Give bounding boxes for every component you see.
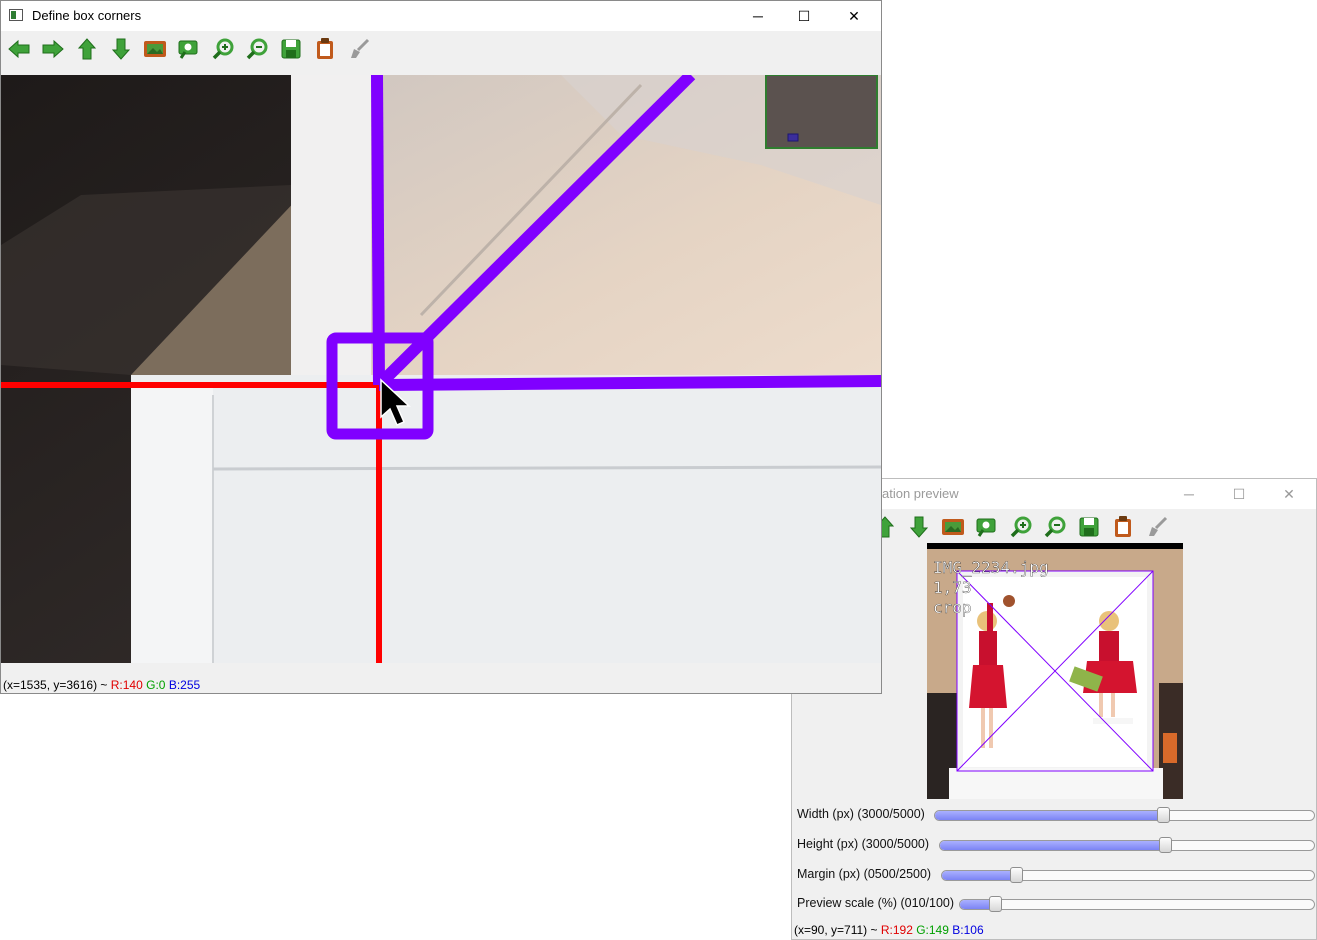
arrow-down-button[interactable] bbox=[108, 37, 134, 61]
zoom-in-button[interactable] bbox=[1008, 515, 1034, 539]
overlay-crop: crop bbox=[933, 598, 972, 617]
save-icon bbox=[280, 38, 302, 60]
slider-row: Width (px) (3000/5000) bbox=[792, 803, 1316, 827]
status-b: B:255 bbox=[168, 678, 201, 692]
slider-track[interactable] bbox=[934, 810, 1315, 821]
zoomed-image[interactable] bbox=[1, 75, 881, 663]
zoom-region-button[interactable] bbox=[974, 515, 1000, 539]
clipboard-button[interactable] bbox=[1110, 515, 1136, 539]
slider-thumb[interactable] bbox=[1156, 807, 1170, 823]
save-icon bbox=[1078, 516, 1100, 538]
maximize-button[interactable]: ☐ bbox=[781, 1, 827, 31]
zoom-out-icon bbox=[246, 38, 268, 60]
save-button[interactable] bbox=[278, 37, 304, 61]
overlay-filename: IMG_2234.jpg bbox=[933, 558, 1049, 577]
preview-image[interactable]: IMG_2234.jpg 1,73 crop bbox=[927, 543, 1183, 799]
window-title: Define box corners bbox=[32, 8, 142, 23]
image-button[interactable] bbox=[142, 37, 168, 61]
image-button[interactable] bbox=[940, 515, 966, 539]
preview-status-b: B:106 bbox=[952, 923, 984, 937]
zoom-in-icon bbox=[1010, 516, 1032, 538]
zoom-out-button[interactable] bbox=[244, 37, 270, 61]
zoom-region-icon bbox=[975, 516, 999, 538]
slider-label: Preview scale (%) (010/100) bbox=[797, 896, 955, 910]
slider-track[interactable] bbox=[939, 840, 1315, 851]
preview-maximize-button[interactable]: ☐ bbox=[1216, 479, 1262, 509]
image-icon bbox=[143, 39, 167, 59]
slider-label: Width (px) (3000/5000) bbox=[797, 807, 925, 821]
status-coords: (x=1535, y=3616) ~ bbox=[3, 678, 111, 692]
preview-minimize-button[interactable]: ─ bbox=[1166, 479, 1212, 509]
clipboard-button[interactable] bbox=[312, 37, 338, 61]
toolbar bbox=[1, 31, 881, 67]
brush-icon bbox=[348, 38, 370, 60]
preview-status-r: R:192 bbox=[880, 923, 913, 937]
zoom-region-icon bbox=[177, 38, 201, 60]
status-r: R:140 bbox=[110, 678, 143, 692]
preview-window-title: ation preview bbox=[882, 486, 959, 501]
zoom-out-button[interactable] bbox=[1042, 515, 1068, 539]
slider-row: Margin (px) (0500/2500) bbox=[792, 863, 1316, 887]
brush-button[interactable] bbox=[1144, 515, 1170, 539]
slider-label: Height (px) (3000/5000) bbox=[797, 837, 930, 851]
slider-row: Preview scale (%) (010/100) bbox=[792, 892, 1316, 916]
app-icon bbox=[9, 9, 23, 21]
title-bar[interactable]: Define box corners ─ ☐ ✕ bbox=[1, 1, 881, 31]
arrow-down-button[interactable] bbox=[906, 515, 932, 539]
arrow-up-button[interactable] bbox=[74, 37, 100, 61]
arrow-right-icon bbox=[41, 38, 65, 60]
slider-fill bbox=[935, 811, 1163, 820]
preview-status-coords: (x=90, y=711) ~ bbox=[794, 923, 881, 937]
image-canvas[interactable] bbox=[1, 75, 881, 663]
slider-fill bbox=[942, 871, 1017, 880]
arrow-down-icon bbox=[110, 37, 132, 61]
zoom-in-icon bbox=[212, 38, 234, 60]
slider-row: Height (px) (3000/5000) bbox=[792, 833, 1316, 857]
preview-photo: IMG_2234.jpg 1,73 crop bbox=[927, 543, 1183, 799]
zoom-out-icon bbox=[1044, 516, 1066, 538]
zoom-in-button[interactable] bbox=[210, 37, 236, 61]
slider-thumb[interactable] bbox=[1009, 867, 1023, 883]
save-button[interactable] bbox=[1076, 515, 1102, 539]
slider-thumb[interactable] bbox=[1158, 837, 1172, 853]
arrow-right-button[interactable] bbox=[40, 37, 66, 61]
clipboard-icon bbox=[1112, 515, 1134, 539]
zoom-region-button[interactable] bbox=[176, 37, 202, 61]
slider-label: Margin (px) (0500/2500) bbox=[797, 867, 932, 881]
arrow-down-icon bbox=[908, 515, 930, 539]
define-box-corners-window: Define box corners ─ ☐ ✕ (x=1535, y=3616… bbox=[0, 0, 882, 694]
slider-thumb[interactable] bbox=[988, 896, 1002, 912]
preview-status-g: G:149 bbox=[916, 923, 949, 937]
arrow-up-icon bbox=[76, 37, 98, 61]
brush-button[interactable] bbox=[346, 37, 372, 61]
minimize-button[interactable]: ─ bbox=[735, 1, 781, 31]
clipboard-icon bbox=[314, 37, 336, 61]
slider-fill bbox=[940, 841, 1165, 850]
preview-status-bar: (x=90, y=711) ~ R:192 G:149 B:106 bbox=[794, 923, 984, 937]
arrow-left-icon bbox=[7, 38, 31, 60]
arrow-left-button[interactable] bbox=[6, 37, 32, 61]
slider-track[interactable] bbox=[959, 899, 1315, 910]
image-icon bbox=[941, 517, 965, 537]
brush-icon bbox=[1146, 516, 1168, 538]
preview-close-button[interactable]: ✕ bbox=[1266, 479, 1312, 509]
status-bar: (x=1535, y=3616) ~ R:140 G:0 B:255 bbox=[3, 678, 200, 692]
slider-track[interactable] bbox=[941, 870, 1315, 881]
overlay-ratio: 1,73 bbox=[933, 578, 972, 597]
status-g: G:0 bbox=[146, 678, 166, 692]
close-button[interactable]: ✕ bbox=[831, 1, 877, 31]
